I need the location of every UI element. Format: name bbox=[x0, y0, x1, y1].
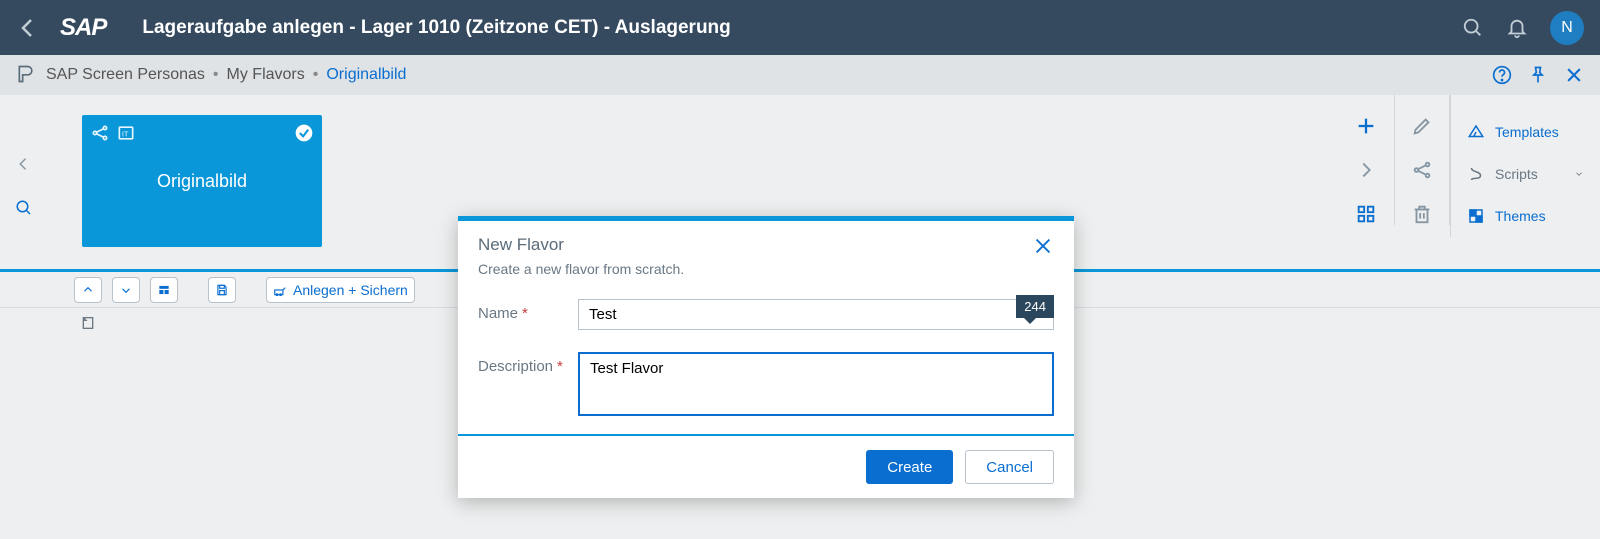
char-count-badge: 244 bbox=[1016, 295, 1054, 318]
name-input[interactable] bbox=[578, 299, 1054, 330]
breadcrumb-item-active[interactable]: Originalbild bbox=[326, 66, 406, 84]
menu-templates[interactable]: Templates bbox=[1451, 111, 1600, 153]
flavor-tile-label: Originalbild bbox=[157, 171, 247, 192]
edit-icon[interactable] bbox=[1411, 115, 1433, 137]
layout-button[interactable] bbox=[150, 277, 178, 303]
dialog-subtitle: Create a new flavor from scratch. bbox=[458, 261, 1074, 295]
flavor-tile-original[interactable]: IT Originalbild bbox=[82, 115, 322, 247]
sheet-icon bbox=[80, 315, 96, 331]
create-save-button[interactable]: Anlegen + Sichern bbox=[266, 277, 415, 303]
breadcrumb-item[interactable]: My Flavors bbox=[227, 66, 305, 84]
search-icon[interactable] bbox=[1462, 17, 1484, 39]
menu-label: Templates bbox=[1495, 124, 1559, 140]
app-header: SAP Lageraufgabe anlegen - Lager 1010 (Z… bbox=[0, 0, 1600, 55]
it-badge-icon: IT bbox=[116, 123, 136, 143]
check-circle-icon bbox=[294, 123, 314, 143]
page-title: Lageraufgabe anlegen - Lager 1010 (Zeitz… bbox=[142, 17, 730, 39]
grid-icon[interactable] bbox=[1355, 203, 1377, 225]
help-icon[interactable] bbox=[1492, 65, 1512, 85]
back-icon[interactable] bbox=[16, 16, 40, 40]
dialog-close-icon[interactable] bbox=[1032, 235, 1054, 257]
share2-icon[interactable] bbox=[1411, 159, 1433, 181]
avatar[interactable]: N bbox=[1550, 11, 1584, 45]
up-button[interactable] bbox=[74, 277, 102, 303]
svg-text:IT: IT bbox=[122, 129, 129, 138]
pin-icon[interactable] bbox=[1528, 65, 1548, 85]
save-button[interactable] bbox=[208, 277, 236, 303]
description-input[interactable] bbox=[578, 352, 1054, 416]
menu-themes[interactable]: Themes bbox=[1451, 195, 1600, 237]
down-button[interactable] bbox=[112, 277, 140, 303]
name-label: Name bbox=[478, 305, 518, 322]
breadcrumb-bar: SAP Screen Personas • My Flavors • Origi… bbox=[0, 55, 1600, 95]
dialog-title: New Flavor bbox=[478, 235, 564, 255]
breadcrumb-item[interactable]: SAP Screen Personas bbox=[46, 66, 205, 84]
close-icon[interactable] bbox=[1564, 65, 1584, 85]
new-flavor-dialog: New Flavor Create a new flavor from scra… bbox=[458, 216, 1074, 498]
create-save-label: Anlegen + Sichern bbox=[293, 282, 408, 298]
menu-label: Scripts bbox=[1495, 166, 1538, 182]
add-icon[interactable] bbox=[1355, 115, 1377, 137]
chevron-left-icon[interactable] bbox=[15, 155, 33, 173]
find-icon[interactable] bbox=[15, 199, 33, 217]
menu-label: Themes bbox=[1495, 208, 1546, 224]
share-icon bbox=[90, 123, 110, 143]
create-button[interactable]: Create bbox=[866, 450, 953, 484]
chevron-right-icon[interactable] bbox=[1355, 159, 1377, 181]
personas-icon bbox=[16, 64, 36, 86]
cancel-button[interactable]: Cancel bbox=[965, 450, 1054, 484]
menu-scripts[interactable]: Scripts bbox=[1451, 153, 1600, 195]
description-label: Description bbox=[478, 358, 553, 375]
trash-icon[interactable] bbox=[1411, 203, 1433, 225]
sap-logo: SAP bbox=[60, 14, 106, 42]
bell-icon[interactable] bbox=[1506, 17, 1528, 39]
